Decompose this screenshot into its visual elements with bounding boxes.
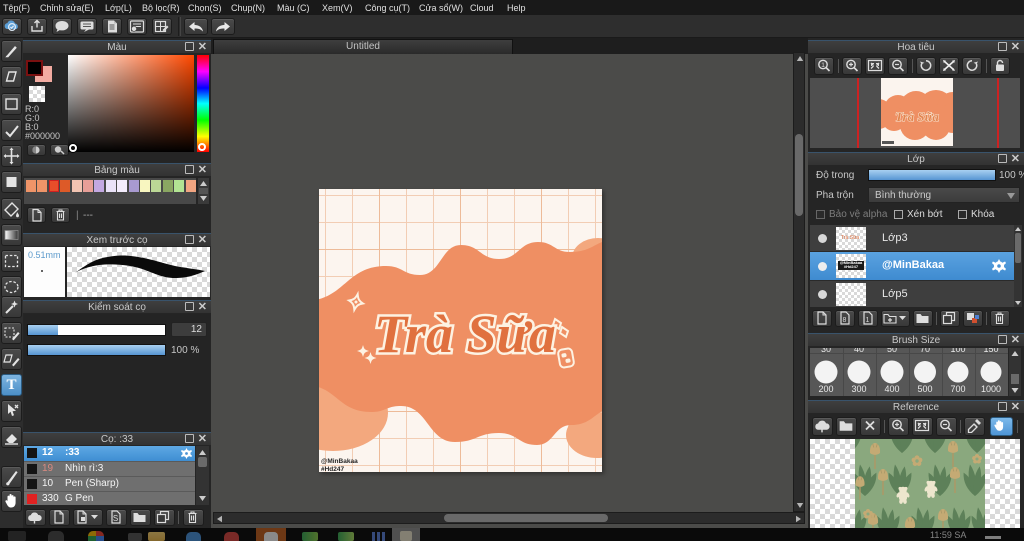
svg-text:1000: 1000 [981,384,1001,394]
svg-text:S: S [113,514,118,523]
svg-text:1: 1 [821,62,825,69]
svg-text:@MinBakaa: @MinBakaa [321,458,358,465]
svg-text:700: 700 [950,384,965,394]
svg-text:Trà Sữa: Trà Sữa [895,109,939,124]
svg-text:400: 400 [884,384,899,394]
svg-text:300: 300 [851,384,866,394]
svg-text:8: 8 [843,317,847,324]
svg-text:200: 200 [818,384,833,394]
svg-text:500: 500 [917,384,932,394]
svg-text:#Hd247: #Hd247 [321,466,345,472]
svg-text:Trà Sữa: Trà Sữa [374,304,556,364]
svg-text:1: 1 [866,317,870,324]
